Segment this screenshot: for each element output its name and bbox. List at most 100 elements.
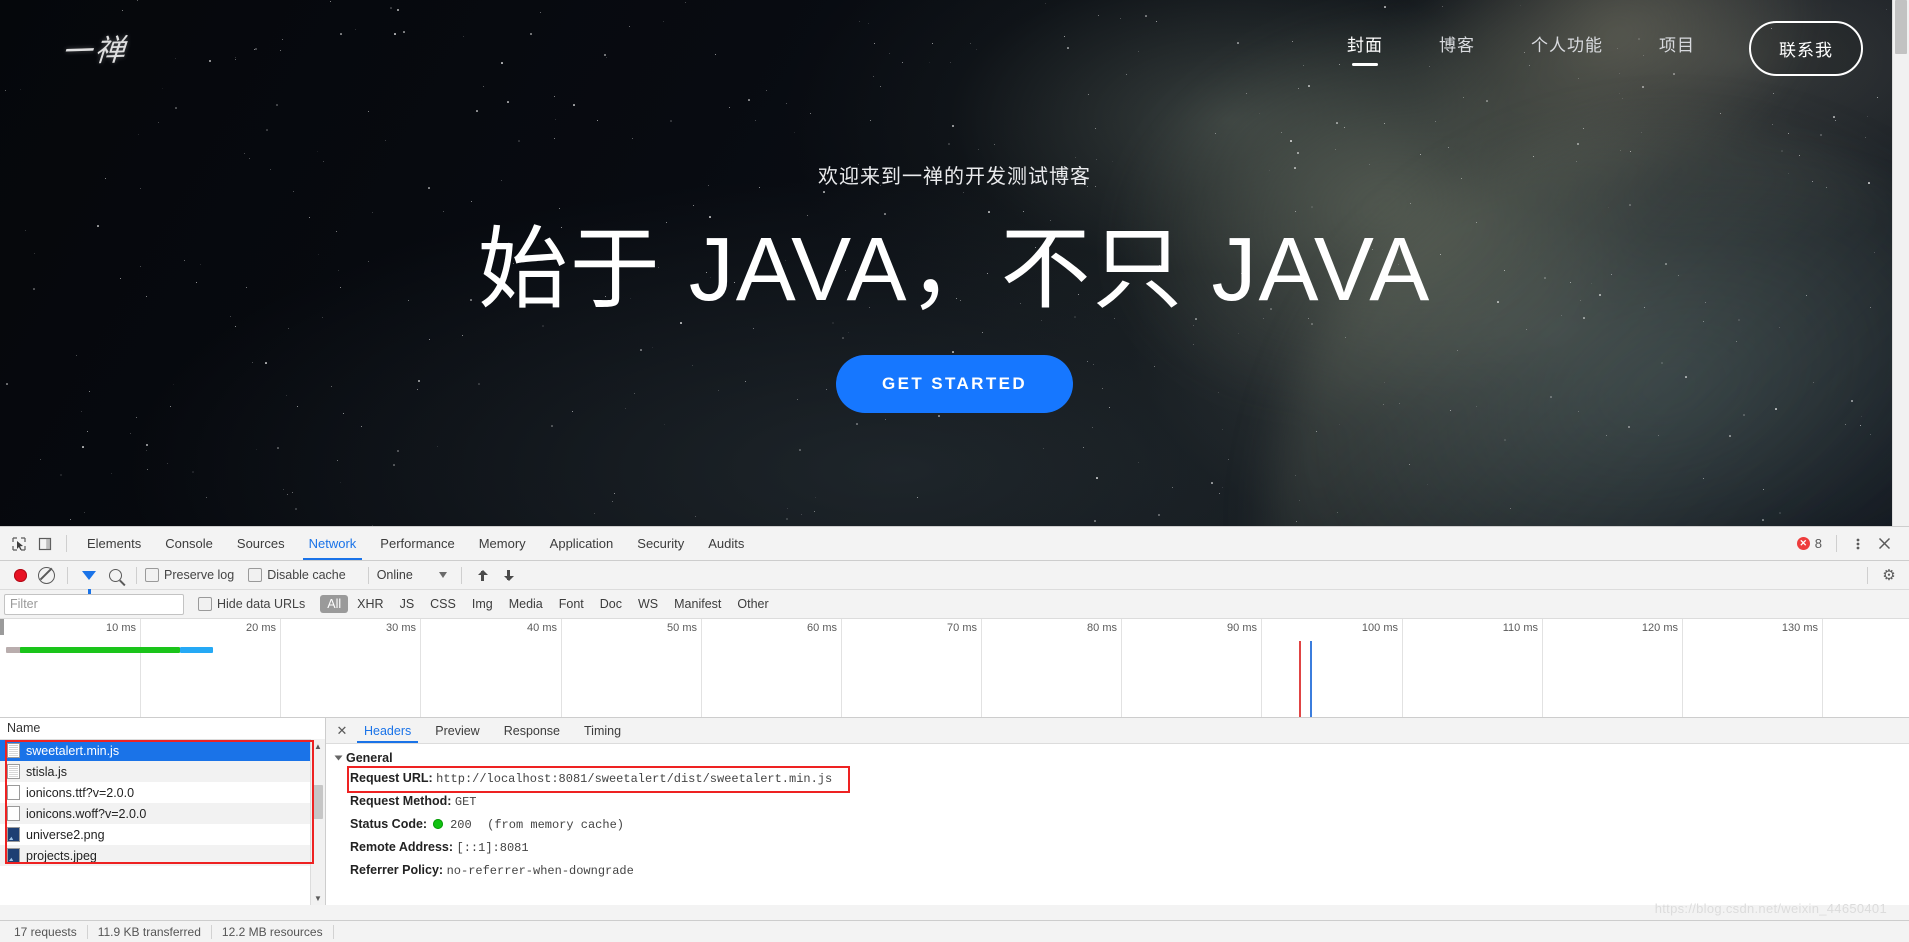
inspect-element-icon[interactable] xyxy=(6,531,32,557)
detail-tab-response[interactable]: Response xyxy=(492,719,572,743)
devtools-tabbar: Elements Console Sources Network Perform… xyxy=(0,527,1909,561)
search-icon[interactable] xyxy=(102,562,128,588)
filter-type-other[interactable]: Other xyxy=(730,595,775,613)
request-column-header[interactable]: Name xyxy=(0,718,325,740)
preserve-log-checkbox[interactable]: Preserve log xyxy=(145,568,234,582)
page-scrollbar[interactable]: ▲ xyxy=(1892,0,1909,526)
tab-network[interactable]: Network xyxy=(297,528,369,560)
filter-toggle-icon[interactable] xyxy=(76,562,102,594)
close-devtools-icon[interactable] xyxy=(1871,531,1897,557)
divider xyxy=(1836,535,1837,552)
request-name: universe2.png xyxy=(26,827,105,842)
filter-type-xhr[interactable]: XHR xyxy=(350,595,390,613)
checkbox-box xyxy=(248,568,263,582)
clear-button[interactable] xyxy=(33,562,59,588)
field-value[interactable]: http://localhost:8081/sweetalert/dist/sw… xyxy=(436,772,832,786)
get-started-button[interactable]: GET STARTED xyxy=(835,355,1074,413)
filter-type-css[interactable]: CSS xyxy=(423,595,463,613)
headers-general-section: General Request URL: http://localhost:80… xyxy=(326,744,1909,880)
field-value: [::1]:8081 xyxy=(456,841,529,855)
preserve-log-label: Preserve log xyxy=(164,568,235,582)
devtools-panel: Elements Console Sources Network Perform… xyxy=(0,526,1909,942)
record-button[interactable] xyxy=(7,562,33,588)
request-row[interactable]: ionicons.woff?v=2.0.0 xyxy=(0,803,325,824)
timeline-tick-label: 100 ms xyxy=(1361,622,1398,634)
site-logo[interactable]: 一禅 xyxy=(60,25,129,71)
disable-cache-checkbox[interactable]: Disable cache xyxy=(248,568,346,582)
close-details-icon[interactable]: ✕ xyxy=(332,721,352,741)
request-name: ionicons.woff?v=2.0.0 xyxy=(26,806,147,821)
contact-button[interactable]: 联系我 xyxy=(1749,20,1863,76)
request-row[interactable]: universe2.png xyxy=(0,824,325,845)
field-key: Request Method: xyxy=(350,794,452,808)
toggle-device-toolbar-icon[interactable] xyxy=(32,531,58,557)
filter-type-manifest[interactable]: Manifest xyxy=(667,595,728,613)
import-har-icon[interactable] xyxy=(470,562,496,588)
detail-tab-timing[interactable]: Timing xyxy=(572,719,633,743)
detail-tab-preview[interactable]: Preview xyxy=(423,719,491,743)
timeline-tick-label: 130 ms xyxy=(1781,622,1818,634)
request-list-scrollbar-thumb[interactable] xyxy=(313,785,323,819)
filter-type-js[interactable]: JS xyxy=(393,595,422,613)
status-ok-icon xyxy=(432,819,443,829)
request-row[interactable]: projects.jpeg xyxy=(0,845,325,866)
network-overview-timeline[interactable]: 10 ms 20 ms 30 ms 40 ms 50 ms 60 ms 70 ms 80 ms… xyxy=(0,619,1909,718)
filter-type-doc[interactable]: Doc xyxy=(593,595,629,613)
field-value: 200 xyxy=(450,818,472,832)
tab-memory[interactable]: Memory xyxy=(467,528,538,560)
tab-console[interactable]: Console xyxy=(153,528,225,560)
detail-tab-headers[interactable]: Headers xyxy=(352,719,423,743)
request-row[interactable]: stisla.js xyxy=(0,761,325,782)
timeline-tick: 80 ms xyxy=(1087,619,1122,717)
nav-item-personal[interactable]: 个人功能 xyxy=(1531,31,1603,66)
tab-audits[interactable]: Audits xyxy=(696,528,756,560)
nav-links: 封面 博客 个人功能 项目 联系我 xyxy=(1319,20,1863,76)
field-referrer-policy: Referrer Policy: no-referrer-when-downgr… xyxy=(350,861,1909,880)
nav-item-cover[interactable]: 封面 xyxy=(1347,31,1383,66)
timeline-event-line xyxy=(1310,641,1312,717)
more-options-icon[interactable] xyxy=(1845,531,1871,557)
hide-data-urls-checkbox[interactable]: Hide data URLs xyxy=(198,597,305,611)
request-list-scrollbar[interactable]: ▲ ▼ xyxy=(310,739,325,905)
tab-application[interactable]: Application xyxy=(538,528,626,560)
timeline-tick: 120 ms xyxy=(1642,619,1683,717)
filter-type-ws[interactable]: WS xyxy=(631,595,665,613)
cta-container: GET STARTED xyxy=(0,355,1909,413)
throttle-select[interactable]: Online xyxy=(377,568,447,582)
timeline-tick: 100 ms xyxy=(1362,619,1403,717)
field-request-url: Request URL: http://localhost:8081/sweet… xyxy=(350,769,1909,788)
timeline-tick-label: 20 ms xyxy=(246,622,276,634)
error-count-badge[interactable]: ✕ 8 xyxy=(1796,536,1822,551)
timeline-tick-label: 30 ms xyxy=(386,622,416,634)
export-har-icon[interactable] xyxy=(496,562,522,588)
tab-sources[interactable]: Sources xyxy=(225,528,297,560)
filter-input[interactable] xyxy=(4,593,184,615)
page-scrollbar-thumb[interactable] xyxy=(1895,0,1907,54)
gear-icon[interactable]: ⚙ xyxy=(1876,562,1902,588)
field-suffix: (from memory cache) xyxy=(487,818,624,832)
scroll-up-icon[interactable]: ▲ xyxy=(311,739,325,753)
waterfall-bar-download xyxy=(180,647,213,653)
tab-performance[interactable]: Performance xyxy=(368,528,466,560)
request-row[interactable]: ionicons.ttf?v=2.0.0 xyxy=(0,782,325,803)
general-section-header[interactable]: General xyxy=(334,751,1909,765)
throttle-value: Online xyxy=(376,568,413,582)
hero-title: 始于 JAVA，不只 JAVA xyxy=(477,220,1432,320)
divider xyxy=(136,566,137,584)
request-row[interactable]: sweetalert.min.js xyxy=(0,740,325,761)
tab-elements[interactable]: Elements xyxy=(75,528,153,560)
scroll-down-icon[interactable]: ▼ xyxy=(311,891,325,905)
divider xyxy=(66,535,67,552)
field-value: no-referrer-when-downgrade xyxy=(446,864,634,878)
nav-item-projects[interactable]: 项目 xyxy=(1659,31,1695,66)
timeline-tick: 70 ms xyxy=(947,619,982,717)
overview-left-handle[interactable] xyxy=(0,619,4,635)
timeline-tick: 40 ms xyxy=(527,619,562,717)
filter-type-font[interactable]: Font xyxy=(552,595,591,613)
divider xyxy=(67,566,68,584)
nav-item-blog[interactable]: 博客 xyxy=(1439,31,1475,66)
filter-type-all[interactable]: All xyxy=(320,595,349,613)
filter-type-media[interactable]: Media xyxy=(502,595,550,613)
tab-security[interactable]: Security xyxy=(625,528,696,560)
filter-type-img[interactable]: Img xyxy=(465,595,500,613)
